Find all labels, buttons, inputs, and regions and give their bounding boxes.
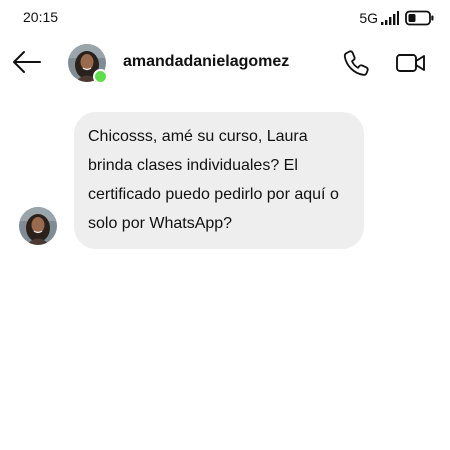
profile-avatar-button[interactable]	[68, 44, 108, 84]
message-sender-avatar[interactable]	[19, 207, 57, 245]
back-arrow-icon	[10, 51, 44, 80]
network-label: 5G	[359, 10, 378, 26]
online-status-indicator	[93, 69, 108, 84]
phone-icon	[341, 50, 371, 82]
video-camera-icon	[394, 54, 428, 80]
status-bar: 20:15 5G	[0, 0, 450, 34]
status-indicators: 5G	[359, 9, 435, 27]
message-thread: Chicosss, amé su curso, Laura brinda cla…	[0, 92, 450, 450]
incoming-message-bubble[interactable]: Chicosss, amé su curso, Laura brinda cla…	[74, 112, 364, 249]
chat-header: amandadanielagomez	[0, 34, 450, 92]
status-time: 20:15	[23, 9, 59, 25]
battery-icon	[405, 10, 435, 26]
voice-call-button[interactable]	[341, 48, 371, 78]
dm-screen: 20:15 5G amandadanielagomez Chicosss, am…	[0, 0, 450, 450]
video-call-button[interactable]	[394, 50, 428, 76]
signal-icon	[381, 11, 399, 25]
chat-username[interactable]: amandadanielagomez	[123, 53, 289, 71]
back-button[interactable]	[10, 48, 44, 76]
